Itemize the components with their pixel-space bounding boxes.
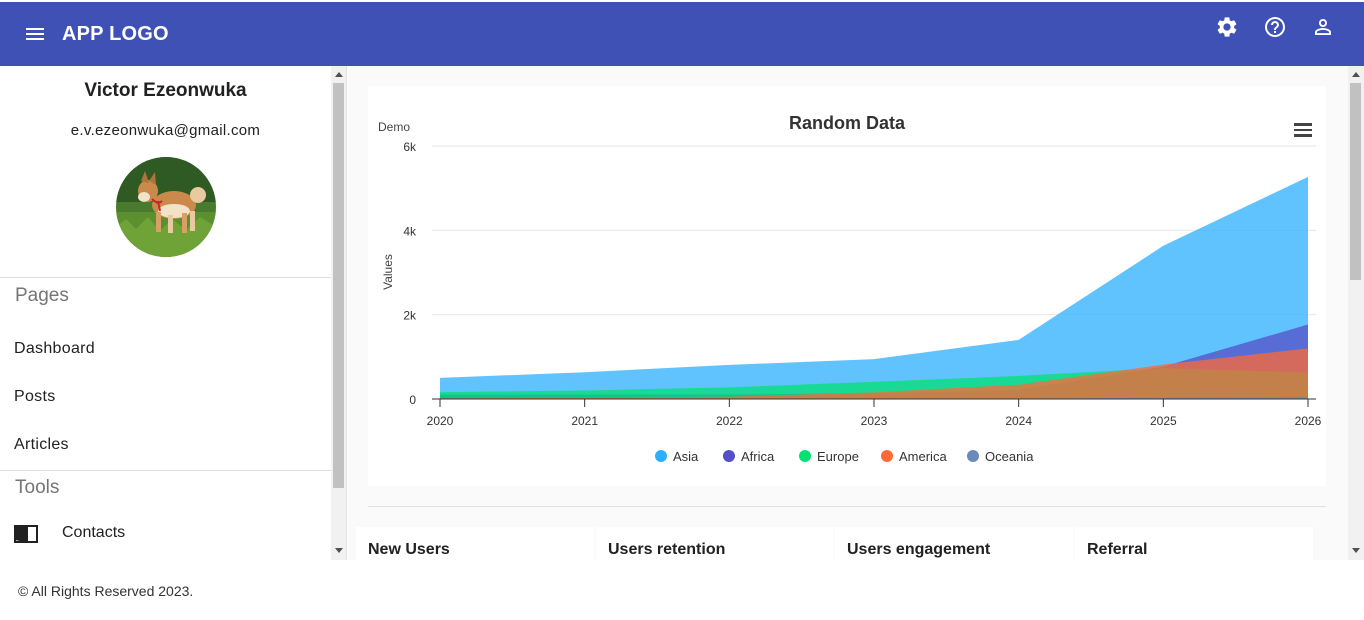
users-engagement-card[interactable]: Users engagement <box>835 527 1073 560</box>
footer: © All Rights Reserved 2023. <box>0 560 1364 620</box>
new-users-card[interactable]: New Users <box>356 527 594 560</box>
chart-title: Random Data <box>788 113 905 133</box>
scroll-up-arrow-icon[interactable] <box>335 72 343 77</box>
book-open-icon <box>14 523 38 543</box>
profile-email: e.v.ezeonwuka@gmail.com <box>70 122 261 139</box>
y-axis-label: Values <box>381 254 395 290</box>
chart-context-menu-icon[interactable] <box>1294 123 1312 137</box>
app-logo[interactable]: APP LOGO <box>62 23 169 46</box>
legend-marker-asia <box>655 450 667 462</box>
x-tick-label: 2026 <box>1295 414 1322 428</box>
menu-icon[interactable] <box>26 22 50 46</box>
settings-gear-icon[interactable] <box>1214 14 1240 40</box>
sidebar-divider <box>0 470 331 471</box>
legend-marker-america <box>881 450 893 462</box>
legend-label-asia: Asia <box>673 449 699 464</box>
profile-name: Victor Ezeonwuka <box>84 80 247 101</box>
section-divider <box>368 506 1326 507</box>
pages-section-title: Pages <box>15 285 69 306</box>
sidebar-item-articles[interactable]: Articles <box>0 436 331 454</box>
x-tick-label: 2021 <box>571 414 598 428</box>
sidebar-divider <box>0 277 331 278</box>
scroll-down-arrow-icon[interactable] <box>1352 548 1360 553</box>
sidebar-item-dashboard[interactable]: Dashboard <box>0 340 331 358</box>
account-user-icon[interactable] <box>1310 14 1336 40</box>
scrollbar-thumb[interactable] <box>1350 83 1361 280</box>
scrollbar-thumb[interactable] <box>333 83 344 488</box>
main-content: 0 2k 4k 6k Demo Values 2020 2021 2022 2023 2024 202… <box>348 66 1364 560</box>
app-bar: APP LOGO <box>0 2 1364 66</box>
legend-marker-africa <box>723 450 735 462</box>
x-tick-label: 2025 <box>1150 414 1177 428</box>
footer-copyright: © All Rights Reserved 2023. <box>18 583 194 599</box>
help-circle-icon[interactable] <box>1262 14 1288 40</box>
y-tick-label: 2k <box>403 309 417 323</box>
legend-label-oceania: Oceania <box>985 449 1034 464</box>
legend-label-europe: Europe <box>817 449 859 464</box>
legend-marker-europe <box>799 450 811 462</box>
x-tick-label: 2024 <box>1005 414 1032 428</box>
y-tick-label: 6k <box>403 140 417 154</box>
legend-marker-oceania <box>967 450 979 462</box>
x-tick-label: 2022 <box>716 414 743 428</box>
referral-card[interactable]: Referral <box>1075 527 1313 560</box>
x-tick-label: 2023 <box>861 414 888 428</box>
x-tick-label: 2020 <box>427 414 454 428</box>
legend-label-america: America <box>899 449 947 464</box>
sidebar: Victor Ezeonwuka e.v.ezeonwuka@gmail.com <box>0 66 347 560</box>
y-tick-label: 4k <box>403 224 417 238</box>
area-chart: 02k4k6kDemoValues2020 2021 2022 2023 2024 202… <box>378 120 1322 464</box>
sidebar-content: Victor Ezeonwuka e.v.ezeonwuka@gmail.com <box>0 66 331 560</box>
sidebar-item-posts[interactable]: Posts <box>0 388 331 406</box>
users-retention-card[interactable]: Users retention <box>596 527 834 560</box>
scroll-up-arrow-icon[interactable] <box>1352 72 1360 77</box>
legend-label-africa: Africa <box>741 449 775 464</box>
app-bar-actions <box>1214 14 1336 40</box>
tools-section-title: Tools <box>15 477 60 498</box>
avatar[interactable] <box>115 157 216 257</box>
main-scrollbar[interactable] <box>1348 66 1364 560</box>
scroll-down-arrow-icon[interactable] <box>335 548 343 553</box>
sidebar-item-contacts[interactable]: Contacts <box>0 523 331 543</box>
sidebar-item-label: Contacts <box>62 524 126 541</box>
chart-card: 0 2k 4k 6k Demo Values 2020 2021 2022 2023 2024 202… <box>368 86 1326 486</box>
sidebar-scrollbar[interactable] <box>331 66 346 560</box>
y-tick-label: 0 <box>409 393 416 407</box>
